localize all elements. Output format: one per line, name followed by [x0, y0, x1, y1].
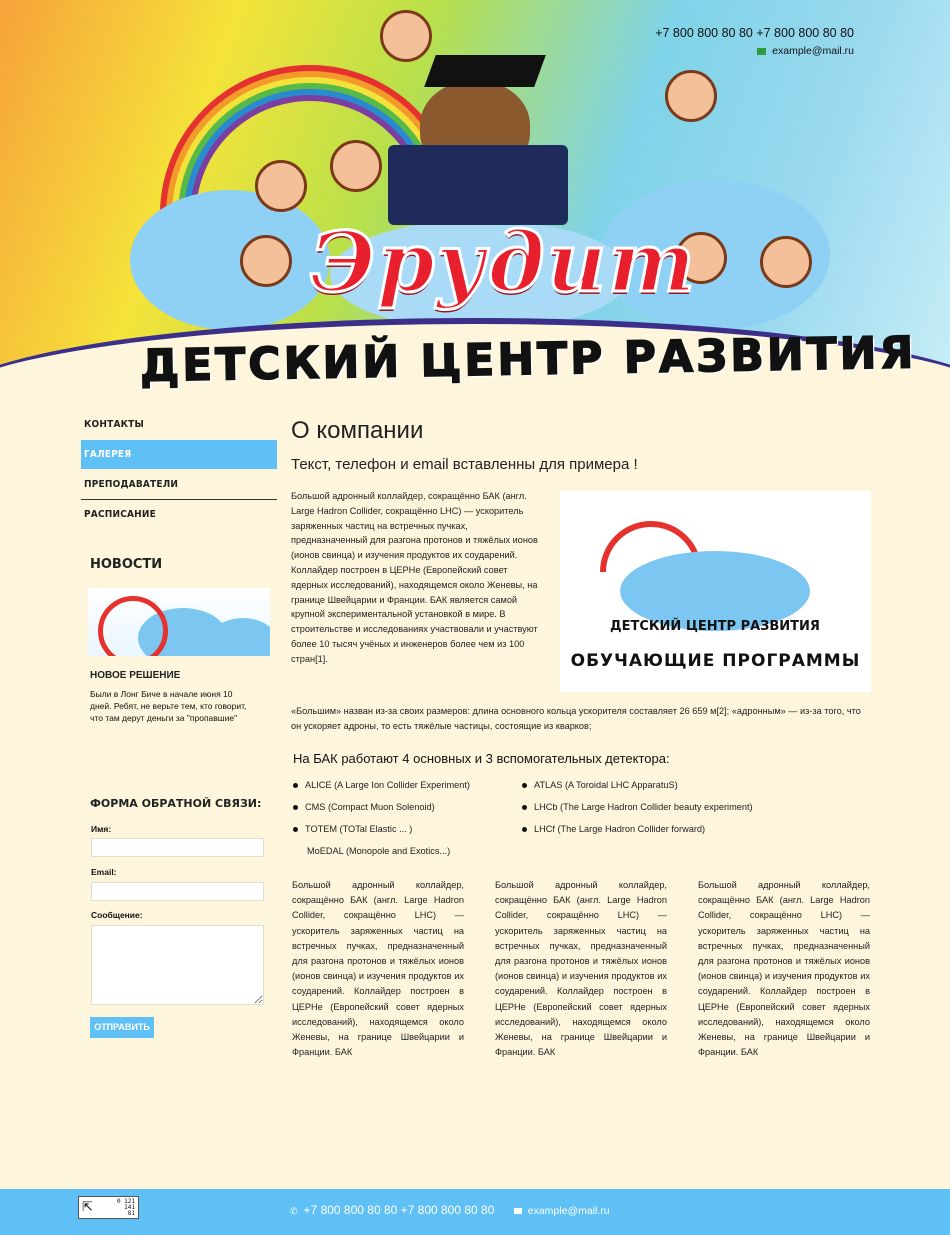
bullet-icon	[522, 783, 527, 788]
email-label: Email:	[91, 867, 117, 877]
detector-label: ATLAS (A Toroidal LHC ApparatuS)	[534, 780, 678, 790]
footer-email-row[interactable]: example@mail.ru	[513, 1205, 610, 1217]
list-item: ATLAS (A Toroidal LHC ApparatuS)	[520, 778, 753, 800]
child-illustration	[330, 140, 382, 192]
detectors-list-right: ATLAS (A Toroidal LHC ApparatuS) LHCb (T…	[520, 778, 753, 844]
intro-image: ДЕТСКИЙ ЦЕНТР РАЗВИТИЯ ОБУЧАЮЩИЕ ПРОГРАМ…	[560, 491, 871, 692]
page-subtitle: Текст, телефон и email вставленны для пр…	[291, 456, 638, 473]
detector-label: ALICE (A Large Ion Collider Experiment)	[305, 780, 470, 790]
news-item-text: Были в Лонг Биче в начале июня 10 дней. …	[90, 689, 247, 723]
detectors-heading: На БАК работают 4 основных и 3 вспомогат…	[293, 751, 670, 766]
text-column-2: Большой адронный коллайдер, сокращённо Б…	[495, 880, 667, 1058]
bullet-icon	[293, 805, 298, 810]
envelope-icon	[757, 47, 767, 55]
book-illustration	[388, 145, 568, 225]
child-illustration	[665, 70, 717, 122]
child-illustration	[760, 236, 812, 288]
list-item: LHCb (The Large Hadron Collider beauty e…	[520, 800, 753, 822]
menu-item-gallery[interactable]: ГАЛЕРЕЯ	[81, 440, 277, 470]
name-label: Имя:	[91, 824, 112, 834]
header-phones[interactable]: +7 800 800 80 80 +7 800 800 80 80	[655, 24, 854, 42]
header-email[interactable]: example@mail.ru	[772, 45, 854, 57]
intro-image-caption-top: ДЕТСКИЙ ЦЕНТР РАЗВИТИЯ	[610, 619, 820, 634]
bullet-icon	[293, 783, 298, 788]
list-item: ALICE (A Large Ion Collider Experiment)	[291, 778, 470, 800]
text-column-1: Большой адронный коллайдер, сокращённо Б…	[292, 880, 464, 1058]
child-illustration	[255, 160, 307, 212]
list-item: LHCf (The Large Hadron Collider forward)	[520, 822, 753, 844]
detectors-list-left: ALICE (A Large Ion Collider Experiment) …	[291, 778, 470, 866]
name-field[interactable]	[91, 838, 264, 857]
list-item: TOTEM (TOTal Elastic ... )	[291, 822, 470, 844]
arrow-icon: ⇱	[82, 1199, 93, 1214]
list-item-extra: MoEDAL (Monopole and Exotics...)	[291, 844, 470, 866]
menu-item-teachers[interactable]: ПРЕПОДАВАТЕЛИ	[81, 470, 277, 500]
detector-label: LHCf (The Large Hadron Collider forward)	[534, 824, 706, 834]
email-field[interactable]	[91, 882, 264, 901]
text-column-3: Большой адронный коллайдер, сокращённо Б…	[698, 880, 870, 1058]
feedback-heading: ФОРМА ОБРАТНОЙ СВЯЗИ:	[90, 797, 262, 810]
counter-values: 0 121 141 81	[117, 1199, 135, 1217]
footer-email[interactable]: example@mail.ru	[528, 1205, 610, 1217]
news-image-rainbow	[98, 596, 168, 656]
cloud-illustration	[130, 190, 330, 330]
menu-item-schedule[interactable]: РАСПИСАНИЕ	[81, 500, 277, 530]
header-banner: Эрудит ДЕТСКИЙ ЦЕНТР РАЗВИТИЯ +7 800 800…	[0, 0, 950, 405]
envelope-icon	[513, 1208, 522, 1215]
detector-label: CMS (Compact Muon Solenoid)	[305, 802, 435, 812]
phone-icon: ✆	[290, 1206, 298, 1216]
bullet-icon	[293, 827, 298, 832]
page-title: О компании	[291, 417, 424, 444]
news-item-title[interactable]: НОВОЕ РЕШЕНИЕ	[90, 670, 180, 681]
footer-contacts: ✆ +7 800 800 80 80 +7 800 800 80 80 examp…	[290, 1203, 610, 1217]
detector-label: LHCb (The Large Hadron Collider beauty e…	[534, 802, 753, 812]
graduation-cap-illustration	[424, 55, 546, 87]
news-heading: НОВОСТИ	[90, 557, 163, 572]
bullet-icon	[522, 827, 527, 832]
intro-text: Большой адронный коллайдер, сокращённо Б…	[291, 491, 538, 664]
menu-item-contacts[interactable]: КОНТАКТЫ	[81, 410, 277, 440]
news-image[interactable]	[88, 588, 270, 656]
footer: ⇱ 0 121 141 81 ✆ +7 800 800 80 80 +7 800 …	[0, 1189, 950, 1235]
sidebar-menu: КОНТАКТЫ ГАЛЕРЕЯ ПРЕПОДАВАТЕЛИ РАСПИСАНИ…	[81, 410, 277, 530]
detector-label: TOTEM (TOTal Elastic ... )	[305, 824, 413, 834]
counter-badge[interactable]: ⇱ 0 121 141 81	[78, 1196, 139, 1219]
intro-image-caption-bottom: ОБУЧАЮЩИЕ ПРОГРАММЫ	[570, 651, 861, 671]
site-logo: Эрудит	[308, 214, 698, 313]
submit-button[interactable]: ОТПРАВИТЬ	[90, 1017, 154, 1038]
header-email-row[interactable]: example@mail.ru	[655, 42, 854, 60]
child-illustration	[240, 235, 292, 287]
bullet-icon	[522, 805, 527, 810]
header-contacts: +7 800 800 80 80 +7 800 800 80 80 exampl…	[655, 24, 854, 60]
list-item: CMS (Compact Muon Solenoid)	[291, 800, 470, 822]
counter-line: 81	[127, 1210, 135, 1217]
detector-label: MoEDAL (Monopole and Exotics...)	[307, 846, 451, 856]
sidebar: КОНТАКТЫ ГАЛЕРЕЯ ПРЕПОДАВАТЕЛИ РАСПИСАНИ…	[81, 410, 277, 1038]
child-illustration	[380, 10, 432, 62]
message-label: Сообщение:	[91, 910, 143, 920]
footer-phones[interactable]: +7 800 800 80 80 +7 800 800 80 80	[304, 1203, 495, 1217]
paragraph-2: «Большим» назван из-за своих размеров: д…	[291, 706, 861, 731]
message-field[interactable]	[91, 925, 264, 1005]
